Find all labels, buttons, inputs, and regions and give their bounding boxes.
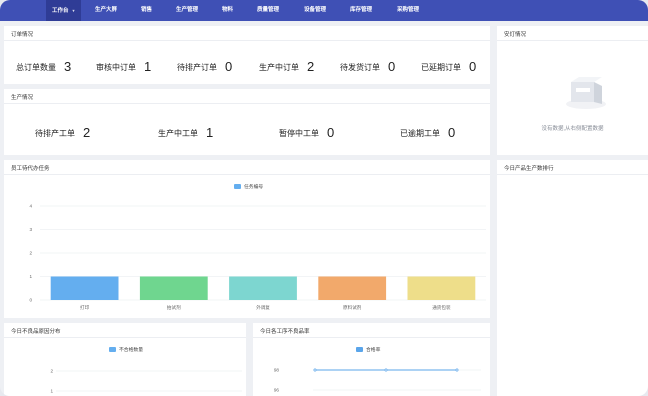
bar [139,276,208,300]
stat-label: 待排产订单 [177,63,217,72]
stat-value: 0 [448,125,456,140]
production-ranking-title: 今日产品生产数排行 [504,166,554,172]
x-tick-label: 通货包装 [432,304,451,311]
bar [407,276,476,300]
stat-value: 0 [388,59,396,74]
stat-value: 3 [64,59,72,74]
defect-rate-card: 今日各工序不良品率 合格率 96 98 [253,323,490,396]
stat-label: 生产中订单 [259,63,299,72]
defect-causes-card: 今日不良品原因分布 不合格数量 21 [4,323,246,396]
stat-label: 生产中工单 [158,129,198,138]
divider [497,174,648,175]
bar [318,276,387,300]
nav-label: 工作台 [52,8,69,14]
andon-status-card: 安灯情况 没有数据,从右侧配置数据 [497,26,648,155]
divider [497,40,648,41]
employee-tasks-bar-chart: 0 1 2 3 4 打印 拍试剂 外调复 原料试剂 通货包装 [29,204,486,311]
stat-value: 2 [83,125,91,140]
y-tick-label: 2 [50,369,53,374]
stat-label: 已延期订单 [421,63,461,72]
stat-in-production-work-orders: 生产中工单 1 [158,123,213,141]
nav-item-quality-management[interactable]: 质量管理 [257,0,279,21]
employee-tasks-card: 员工待代办任务 任务编号 0 1 2 3 4 打印 拍试剂 外调复 原料试剂 通货包装 [4,160,490,318]
stat-value: 1 [144,59,152,74]
nav-item-equipment-management[interactable]: 设备管理 [304,0,326,21]
y-tick-label: 2 [29,251,32,256]
stat-value: 2 [307,59,315,74]
bar [229,276,297,300]
chevron-down-icon: ▾ [72,8,75,13]
stat-reviewing-orders: 审核中订单 1 [96,57,151,75]
stat-label: 待排产工单 [35,129,75,138]
x-tick-label: 打印 [80,304,90,311]
y-tick-label: 1 [29,274,32,279]
stat-pending-work-orders: 待排产工单 2 [35,123,90,141]
nav-item-materials[interactable]: 物料 [222,0,233,21]
stat-pending-shipment-orders: 待发货订单 0 [340,57,395,75]
defect-rate-line-chart: 96 98 [274,368,481,393]
divider [4,40,490,41]
top-navigation-bar: 工作台 ▾ 生产大屏 销售 生产管理 物料 质量管理 设备管理 库存管理 采购管理 [0,0,648,21]
divider [4,103,490,104]
x-tick-label: 外调复 [256,304,270,311]
nav-item-sales[interactable]: 销售 [141,0,152,21]
stat-value: 0 [327,125,335,140]
stat-in-production-orders: 生产中订单 2 [259,57,314,75]
x-tick-label: 拍试剂 [167,304,181,311]
stat-label: 待发货订单 [340,63,380,72]
stat-overdue-work-orders: 已逾期工单 0 [400,123,455,141]
andon-status-title: 安灯情况 [504,32,527,38]
stat-pending-schedule-orders: 待排产订单 0 [177,57,232,75]
stat-value: 0 [225,59,233,74]
y-tick-label: 96 [274,388,280,393]
defect-causes-chart: 21 [50,369,242,394]
order-overview-title: 订单情况 [11,32,34,38]
stat-label: 总订单数量 [16,63,56,72]
stat-label: 审核中订单 [96,63,136,72]
y-tick-label: 3 [29,227,32,232]
data-point [384,368,388,372]
bar [50,276,119,300]
production-overview-title: 生产情况 [11,95,34,101]
nav-item-production-screen[interactable]: 生产大屏 [95,0,117,21]
stat-delayed-orders: 已延期订单 0 [421,57,476,75]
production-overview-card: 生产情况 待排产工单 2 生产中工单 1 暂停中工单 0 已逾期工单 0 [4,89,490,155]
y-tick-label: 1 [50,389,53,394]
data-point [455,368,459,372]
production-ranking-card: 今日产品生产数排行 [497,160,648,396]
x-tick-label: 原料试剂 [343,304,362,311]
stat-label: 已逾期工单 [400,129,440,138]
nav-item-purchasing-management[interactable]: 采购管理 [397,0,419,21]
stat-value: 1 [206,125,214,140]
nav-item-inventory-management[interactable]: 库存管理 [350,0,372,21]
order-overview-card: 订单情况 总订单数量 3 审核中订单 1 待排产订单 0 生产中订单 2 待发货订单 0 … [4,26,490,84]
empty-data-icon [566,77,606,109]
nav-item-workbench[interactable]: 工作台 ▾ [46,0,81,21]
data-point [313,368,317,372]
stat-label: 暂停中工单 [279,129,319,138]
y-tick-label: 98 [274,368,280,373]
y-tick-label: 0 [29,298,32,303]
app-frame: 工作台 ▾ 生产大屏 销售 生产管理 物料 质量管理 设备管理 库存管理 采购管理… [0,0,648,396]
stat-value: 0 [469,59,477,74]
stat-paused-work-orders: 暂停中工单 0 [279,123,334,141]
y-tick-label: 4 [29,204,32,209]
nav-item-production-management[interactable]: 生产管理 [176,0,198,21]
stat-total-orders: 总订单数量 3 [16,57,71,75]
empty-state-text: 没有数据,从右侧配置数据 [541,126,604,132]
